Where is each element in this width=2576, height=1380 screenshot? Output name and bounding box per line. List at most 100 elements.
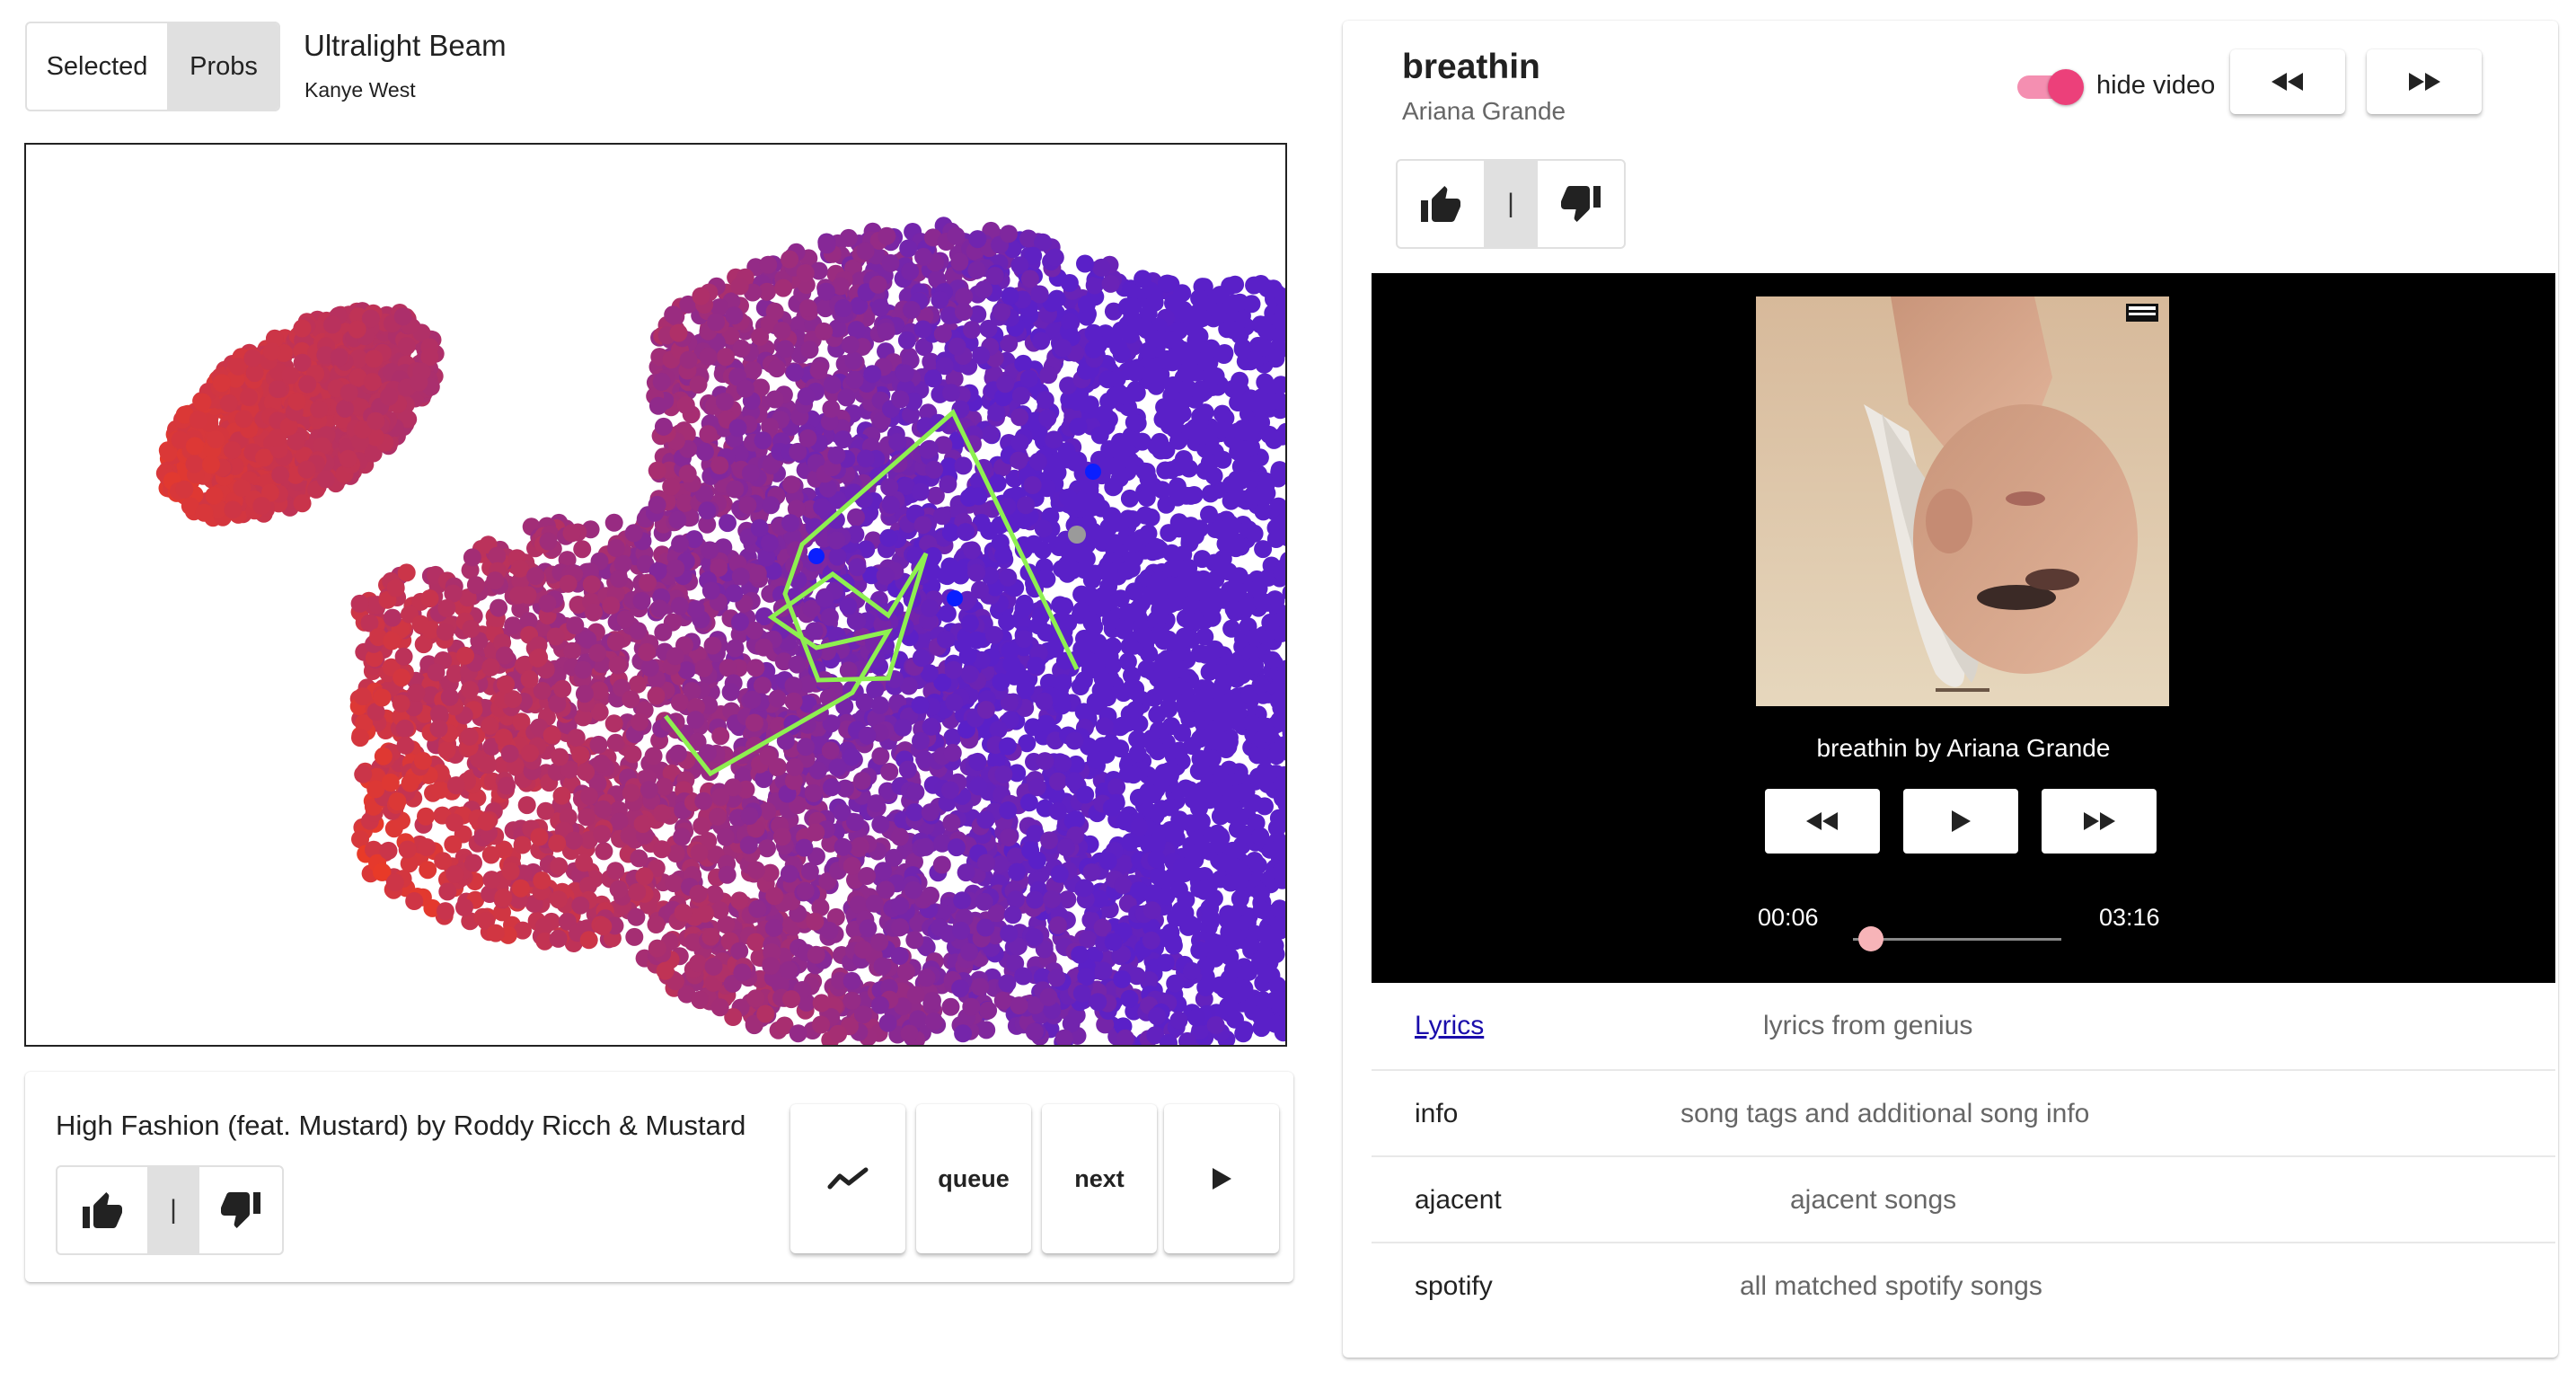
scatter-point bbox=[711, 727, 730, 746]
scatter-point bbox=[175, 480, 194, 499]
scatter-point bbox=[212, 374, 231, 393]
scatter-point bbox=[1213, 450, 1232, 469]
scatter-point bbox=[1166, 974, 1185, 993]
scatter-point bbox=[219, 394, 238, 412]
probs-toggle-button[interactable]: Probs bbox=[167, 23, 278, 110]
scatter-point bbox=[262, 342, 281, 361]
scatter-point bbox=[652, 840, 671, 859]
scatter-point bbox=[1231, 537, 1250, 556]
scatter-point bbox=[847, 508, 865, 526]
scatter-point bbox=[1229, 394, 1248, 411]
scatter-point bbox=[828, 758, 847, 777]
scatter-point bbox=[977, 1021, 996, 1039]
scatter-point bbox=[866, 680, 885, 699]
scatter-point bbox=[517, 796, 536, 815]
scatter-point bbox=[1200, 505, 1218, 524]
scatter-point bbox=[845, 370, 864, 389]
scatter-point bbox=[871, 747, 890, 765]
scatter-point bbox=[694, 659, 713, 677]
scatter-point bbox=[323, 315, 341, 334]
scatter-point bbox=[1069, 417, 1088, 436]
scatter-point bbox=[823, 778, 841, 797]
scatter-point bbox=[1162, 461, 1181, 480]
scatter-point bbox=[981, 425, 1000, 444]
scatter-point bbox=[971, 978, 989, 996]
scatter-point bbox=[271, 465, 290, 484]
scatter-point bbox=[963, 321, 981, 339]
scatter-point bbox=[1151, 540, 1169, 559]
scatter-point bbox=[776, 340, 795, 358]
scatter-point bbox=[941, 997, 960, 1016]
scatter-point bbox=[340, 384, 358, 402]
scatter-point bbox=[874, 862, 893, 880]
selected-toggle-button[interactable]: Selected bbox=[27, 23, 167, 110]
scatter-point bbox=[1045, 248, 1064, 267]
scatter-point bbox=[932, 855, 951, 874]
scatter-point bbox=[1003, 906, 1022, 924]
scatter-point bbox=[899, 239, 918, 258]
scatter-point bbox=[653, 804, 672, 823]
scatter-point bbox=[906, 986, 925, 1004]
scatter-point bbox=[911, 482, 930, 501]
scatter-point bbox=[938, 604, 957, 623]
scatter-point bbox=[906, 783, 925, 801]
scatter-point bbox=[1201, 908, 1220, 927]
scatter-point bbox=[316, 470, 335, 489]
scatter-point bbox=[817, 235, 836, 254]
scatter-point bbox=[726, 480, 745, 499]
scatter-point bbox=[393, 307, 412, 326]
scatter-point bbox=[436, 902, 454, 921]
scatter-point bbox=[224, 500, 243, 519]
scatter-point bbox=[782, 475, 801, 494]
scatter-point bbox=[185, 455, 204, 473]
scatter-point bbox=[705, 885, 724, 904]
scatter-point bbox=[837, 388, 856, 407]
scatter-point bbox=[363, 373, 382, 392]
scatter-point bbox=[293, 319, 312, 338]
scatter-point bbox=[1220, 732, 1239, 751]
scatter-point bbox=[1144, 785, 1163, 804]
scatter-point bbox=[494, 729, 513, 747]
scatter-point bbox=[366, 411, 385, 430]
scatter-point bbox=[1231, 326, 1249, 344]
scatter-point bbox=[625, 927, 644, 946]
scatter-point bbox=[350, 594, 369, 613]
scatter-point bbox=[1048, 772, 1067, 791]
scatter-point bbox=[1006, 890, 1025, 909]
scatter-point bbox=[923, 991, 941, 1010]
scatter-point bbox=[664, 305, 683, 324]
scatter-point bbox=[695, 443, 714, 462]
scatter-point bbox=[446, 776, 465, 795]
scatter-point bbox=[1222, 873, 1240, 892]
scatter-point bbox=[195, 503, 214, 522]
scatter-point bbox=[1191, 380, 1210, 399]
scatter-point bbox=[1160, 630, 1178, 649]
scatter-point bbox=[287, 392, 306, 411]
scatter-point bbox=[788, 655, 807, 674]
scatter-point bbox=[380, 387, 399, 406]
scatter-point bbox=[1231, 371, 1249, 390]
scatter-point bbox=[293, 494, 312, 513]
scatter-point bbox=[1179, 559, 1198, 577]
scatter-point bbox=[881, 495, 900, 514]
scatter-point bbox=[1142, 508, 1160, 526]
scatter-point bbox=[339, 449, 357, 468]
scatter-point bbox=[1059, 488, 1078, 507]
scatter-point bbox=[957, 863, 975, 882]
scatter-point bbox=[549, 929, 568, 948]
song-embedding-plot[interactable] bbox=[24, 143, 1287, 1047]
scatter-point bbox=[812, 994, 831, 1013]
current-song-artist: Kanye West bbox=[304, 78, 416, 102]
scatter-point bbox=[397, 337, 416, 356]
scatter-point bbox=[1053, 597, 1072, 616]
scatter-canvas[interactable] bbox=[26, 145, 1285, 1045]
scatter-point bbox=[185, 437, 204, 456]
scatter-point bbox=[336, 399, 355, 418]
scatter-point bbox=[1187, 332, 1205, 349]
scatter-point bbox=[710, 901, 729, 920]
scatter-point bbox=[878, 1013, 897, 1032]
scatter-point bbox=[1098, 370, 1117, 389]
scatter-point bbox=[1120, 989, 1139, 1008]
scatter-point bbox=[968, 230, 987, 249]
scatter-point bbox=[842, 991, 861, 1010]
